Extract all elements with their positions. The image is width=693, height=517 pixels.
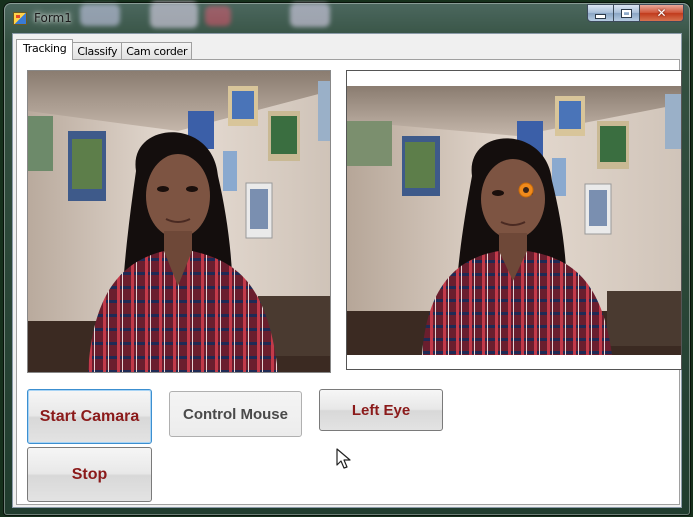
- form-app-icon: [13, 12, 27, 25]
- maximize-icon: [621, 8, 632, 18]
- start-camera-button[interactable]: Start Camara: [27, 389, 152, 444]
- eye-tracking-marker-icon: [518, 182, 534, 198]
- minimize-icon: [595, 13, 606, 19]
- tracking-scene: [347, 86, 681, 355]
- tracking-tab-page: Start Camara Stop Control Mouse Left Eye: [16, 59, 682, 505]
- stop-button[interactable]: Stop: [27, 447, 152, 502]
- minimize-button[interactable]: [587, 4, 614, 22]
- main-window: Form1 ✕ Tracking Classify Cam corder Sta…: [4, 3, 690, 515]
- maximize-button[interactable]: [614, 4, 640, 22]
- webcam-frame-image: [347, 86, 681, 355]
- tab-strip: Tracking Classify Cam corder: [16, 39, 193, 60]
- control-mouse-button[interactable]: Control Mouse: [169, 391, 302, 437]
- left-eye-button[interactable]: Left Eye: [319, 389, 443, 431]
- webcam-frame-image: [28, 71, 330, 372]
- caption-buttons: ✕: [587, 4, 684, 22]
- mouse-pointer-icon: [336, 448, 351, 469]
- form-client-area: Tracking Classify Cam corder Start Camar…: [12, 33, 682, 508]
- close-icon: ✕: [656, 6, 667, 20]
- tab-cam-corder[interactable]: Cam corder: [121, 42, 193, 60]
- title-bar[interactable]: Form1 ✕: [4, 3, 690, 33]
- tab-classify[interactable]: Classify: [72, 42, 123, 60]
- tracking-picturebox: [346, 70, 682, 370]
- window-title: Form1: [34, 11, 72, 25]
- close-button[interactable]: ✕: [640, 4, 684, 22]
- camera-picturebox: [27, 70, 331, 373]
- tab-tracking[interactable]: Tracking: [16, 39, 74, 60]
